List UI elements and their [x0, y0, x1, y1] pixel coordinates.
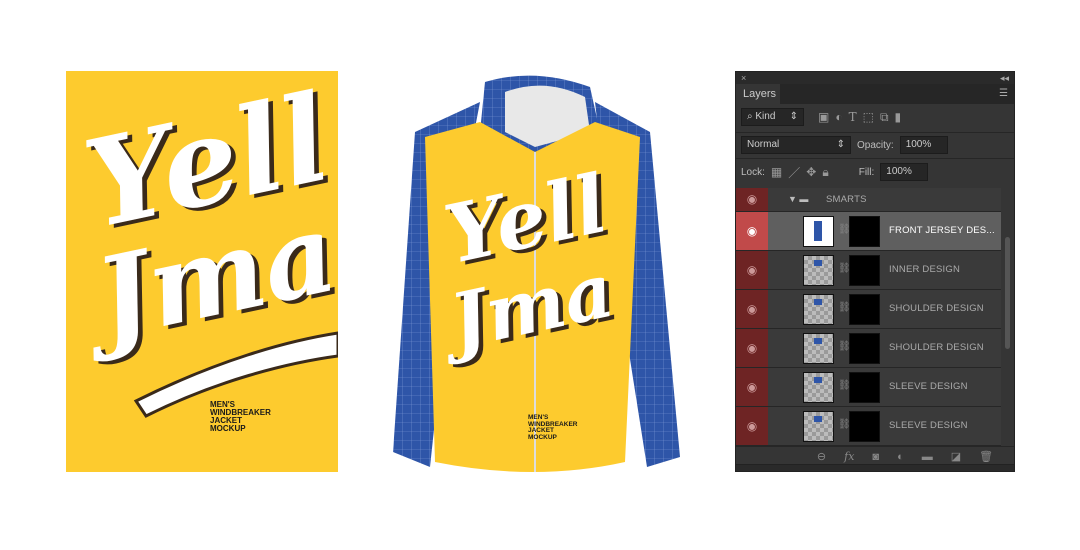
filter-smart-object-icon[interactable]: ⧉: [880, 110, 889, 125]
eye-icon[interactable]: ◉: [736, 251, 768, 289]
filter-adjustment-icon[interactable]: ◐: [835, 110, 842, 124]
layer-thumbnail: [803, 333, 834, 364]
layer-name: INNER DESIGN: [889, 264, 961, 275]
filter-toggle-icon[interactable]: ▮: [895, 110, 902, 124]
opacity-label: Opacity:: [857, 139, 894, 151]
eye-icon[interactable]: ◉: [736, 407, 768, 445]
poster-mockup-text: MEN'S WINDBREAKER JACKET MOCKUP: [210, 400, 271, 433]
layer-thumbnail: [803, 372, 834, 403]
eye-icon[interactable]: ◉: [736, 188, 768, 211]
layer-mask-thumbnail: [849, 333, 880, 364]
layer-name: SLEEVE DESIGN: [889, 381, 968, 392]
lock-move-icon[interactable]: ✥: [806, 165, 816, 179]
eye-icon[interactable]: ◉: [736, 212, 768, 250]
layer-mask-thumbnail: [849, 216, 880, 247]
folder-icon[interactable]: ▬: [922, 451, 933, 463]
blend-mode-select[interactable]: Normal ⇕: [741, 136, 851, 154]
layer-row[interactable]: ◉ ⛓︎ SLEEVE DESIGN: [736, 407, 1001, 446]
new-layer-icon[interactable]: ◪: [951, 450, 961, 463]
panel-menu-icon[interactable]: ☰: [999, 88, 1008, 99]
layer-thumbnail: [803, 255, 834, 286]
layer-mask-thumbnail: [849, 372, 880, 403]
eye-icon[interactable]: ◉: [736, 368, 768, 406]
layer-row[interactable]: ◉ ⛓︎ SLEEVE DESIGN: [736, 368, 1001, 407]
layer-row[interactable]: ◉ ⛓︎ FRONT JERSEY DES...: [736, 212, 1001, 251]
poster-preview: Yell Jma MEN'S WINDBREAKER JACKET MOCKUP: [66, 71, 338, 472]
mask-icon[interactable]: ◙: [872, 451, 879, 463]
filter-type-icon[interactable]: T: [849, 110, 857, 124]
lock-brush-icon[interactable]: ／: [788, 164, 800, 181]
filter-kind-select[interactable]: ⌕ Kind ⇕: [741, 108, 804, 126]
poster-swoosh: [133, 331, 338, 418]
eye-icon[interactable]: ◉: [736, 290, 768, 328]
layer-name: SLEEVE DESIGN: [889, 420, 968, 431]
fill-input[interactable]: 100%: [880, 163, 929, 181]
lock-transparent-icon[interactable]: ▦: [771, 165, 782, 179]
eye-icon[interactable]: ◉: [736, 329, 768, 367]
trash-icon[interactable]: 🗑︎: [979, 450, 993, 463]
link-icon[interactable]: ⊖: [817, 450, 826, 463]
layer-thumbnail: [803, 411, 834, 442]
expand-arrow-icon[interactable]: ▼ ▬: [788, 194, 808, 204]
layer-row[interactable]: ◉ ⛓︎ SHOULDER DESIGN: [736, 290, 1001, 329]
filter-pixel-icon[interactable]: ▣: [818, 110, 829, 124]
layer-name: FRONT JERSEY DES...: [889, 225, 995, 236]
layer-mask-thumbnail: [849, 255, 880, 286]
layer-name: SHOULDER DESIGN: [889, 303, 984, 314]
resize-handle[interactable]: [736, 464, 1014, 471]
layer-thumbnail: [803, 294, 834, 325]
layer-mask-thumbnail: [849, 411, 880, 442]
tab-layers[interactable]: Layers: [736, 84, 780, 104]
layer-mask-thumbnail: [849, 294, 880, 325]
adjustment-icon[interactable]: ◐: [897, 451, 904, 463]
collapse-icon[interactable]: ◂◂: [1000, 72, 1009, 84]
lock-label: Lock:: [741, 166, 765, 178]
layers-panel: × ◂◂ Layers ☰ ⌕ Kind ⇕ ▣ ◐ T ⬚ ⧉ ▮ Normal ⇕…: [735, 71, 1015, 472]
jacket-mockup-text: MEN'S WINDBREAKER JACKET MOCKUP: [528, 414, 578, 441]
filter-shape-icon[interactable]: ⬚: [863, 110, 874, 124]
jacket-mockup: Yell Jma MEN'S WINDBREAKER JACKET MOCKUP: [385, 72, 685, 472]
lock-all-icon[interactable]: 🔒︎: [822, 165, 828, 180]
fx-icon[interactable]: fx: [844, 450, 854, 463]
layer-row[interactable]: ◉ ⛓︎ INNER DESIGN: [736, 251, 1001, 290]
layer-name: SHOULDER DESIGN: [889, 342, 984, 353]
fill-label: Fill:: [858, 166, 875, 178]
layer-group-smarts[interactable]: ◉ ▼ ▬ SMARTS: [736, 188, 1001, 212]
scrollbar[interactable]: [1005, 237, 1010, 349]
close-icon[interactable]: ×: [741, 72, 746, 84]
opacity-input[interactable]: 100%: [899, 136, 948, 154]
layer-row[interactable]: ◉ ⛓︎ SHOULDER DESIGN: [736, 329, 1001, 368]
layer-thumbnail: [803, 216, 834, 247]
